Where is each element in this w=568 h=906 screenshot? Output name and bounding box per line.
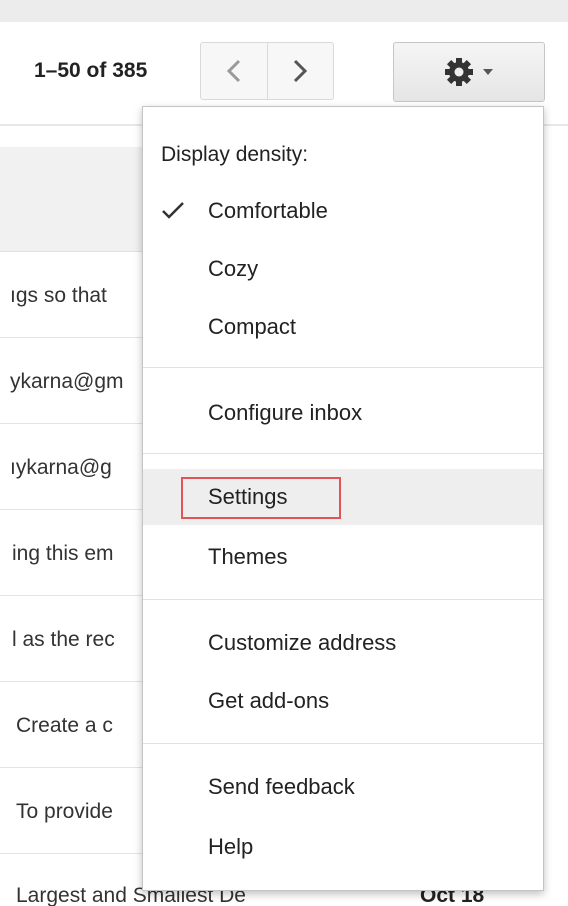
inbox-tabs-header <box>0 147 160 252</box>
email-snippet: To provide <box>16 800 113 823</box>
gear-icon <box>445 58 473 86</box>
pager-group <box>200 42 334 100</box>
menu-item-settings[interactable]: Settings <box>143 469 543 525</box>
gmail-page: 1–50 of 385 ıgs so that ykarna@gm ıykarn… <box>0 0 568 906</box>
caret-down-icon <box>483 69 493 75</box>
newer-button[interactable] <box>266 43 334 99</box>
menu-item-send-feedback[interactable]: Send feedback <box>143 759 543 815</box>
menu-item-themes[interactable]: Themes <box>143 529 543 585</box>
menu-item-label: Themes <box>208 544 288 569</box>
menu-item-configure-inbox[interactable]: Configure inbox <box>143 385 543 441</box>
menu-item-label: Cozy <box>208 256 259 281</box>
list-item[interactable]: ıgs so that <box>0 252 160 338</box>
older-button[interactable] <box>201 43 267 99</box>
email-snippet: Create a c <box>16 714 113 737</box>
menu-item-label: Compact <box>208 314 297 339</box>
list-item[interactable]: ykarna@gm <box>0 338 160 424</box>
menu-item-compact[interactable]: Compact <box>143 299 543 355</box>
email-snippet: ing this em <box>12 542 114 565</box>
email-snippet: ykarna@gm <box>10 370 124 393</box>
list-item[interactable]: Create a c <box>0 682 160 768</box>
menu-item-get-add-ons[interactable]: Get add-ons <box>143 673 543 729</box>
email-snippet: ıykarna@g <box>10 456 112 479</box>
menu-item-customize-address[interactable]: Customize address <box>143 615 543 671</box>
chevron-right-icon <box>294 59 308 83</box>
menu-item-label: Comfortable <box>208 198 328 223</box>
settings-dropdown-menu: Display density: Comfortable Cozy Compac… <box>142 106 544 891</box>
menu-item-label: Configure inbox <box>208 400 363 425</box>
list-item[interactable]: ing this em <box>0 510 160 596</box>
menu-divider <box>143 599 543 600</box>
list-item[interactable]: l as the rec <box>0 596 160 682</box>
menu-item-label: Get add-ons <box>208 688 330 713</box>
menu-divider <box>143 743 543 744</box>
menu-divider <box>143 367 543 368</box>
checkmark-icon <box>162 202 184 219</box>
settings-gear-button[interactable] <box>393 42 545 102</box>
menu-divider <box>143 453 543 454</box>
menu-item-label: Settings <box>208 484 288 509</box>
menu-item-comfortable[interactable]: Comfortable <box>143 183 543 239</box>
menu-item-label: Help <box>208 834 254 859</box>
chevron-left-icon <box>226 59 240 83</box>
email-snippet: l as the rec <box>12 628 115 651</box>
email-snippet: ıgs so that <box>10 284 107 307</box>
list-item[interactable]: ıykarna@g <box>0 424 160 510</box>
top-strip <box>0 0 568 22</box>
menu-item-help[interactable]: Help <box>143 819 543 875</box>
display-density-heading: Display density: <box>161 143 309 166</box>
menu-item-label: Customize address <box>208 630 397 655</box>
menu-item-label: Send feedback <box>208 774 355 799</box>
list-item[interactable]: To provide <box>0 768 160 854</box>
page-count: 1–50 of 385 <box>34 59 148 82</box>
menu-item-cozy[interactable]: Cozy <box>143 241 543 297</box>
